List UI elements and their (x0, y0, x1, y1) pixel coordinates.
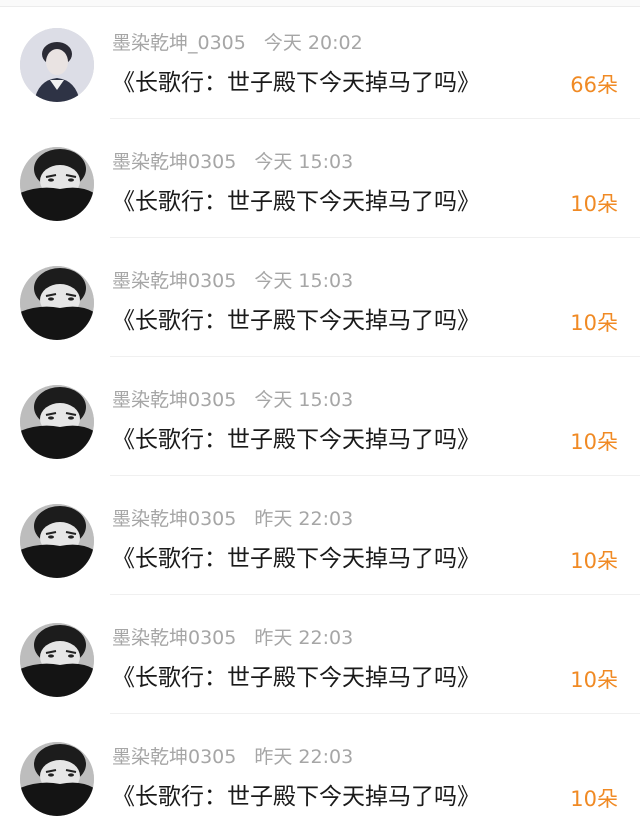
sender-name[interactable]: 墨染乾坤0305 (112, 508, 236, 530)
avatar-portrait-mask-image (20, 385, 94, 459)
message-meta: 墨染乾坤0305 今天 15:03 (112, 149, 353, 175)
sender-name[interactable]: 墨染乾坤0305 (112, 389, 236, 411)
flower-count: 10朵 (570, 668, 618, 692)
avatar-portrait-mask-image (20, 266, 94, 340)
flower-count: 10朵 (570, 430, 618, 454)
avatar[interactable] (20, 742, 94, 816)
book-title[interactable]: 《长歌行：世子殿下今天掉马了吗》 (112, 661, 480, 695)
flower-count: 10朵 (570, 549, 618, 573)
avatar-portrait-mask-image (20, 623, 94, 697)
message-meta: 墨染乾坤0305 昨天 22:03 (112, 506, 353, 532)
timestamp: 昨天 22:03 (254, 627, 354, 649)
timestamp: 昨天 22:03 (254, 508, 354, 530)
timestamp: 今天 15:03 (254, 389, 354, 411)
list-item[interactable]: 墨染乾坤0305 昨天 22:03 《长歌行：世子殿下今天掉马了吗》 10朵 (0, 476, 640, 595)
avatar[interactable] (20, 385, 94, 459)
avatar-portrait-light-image (20, 28, 94, 102)
book-title[interactable]: 《长歌行：世子殿下今天掉马了吗》 (112, 780, 480, 814)
timestamp: 今天 20:02 (263, 32, 363, 54)
book-title[interactable]: 《长歌行：世子殿下今天掉马了吗》 (112, 304, 480, 338)
avatar[interactable] (20, 266, 94, 340)
avatar[interactable] (20, 623, 94, 697)
timestamp: 今天 15:03 (254, 270, 354, 292)
flower-count: 10朵 (570, 787, 618, 811)
flower-count: 10朵 (570, 311, 618, 335)
book-title[interactable]: 《长歌行：世子殿下今天掉马了吗》 (112, 185, 480, 219)
sender-name[interactable]: 墨染乾坤0305 (112, 270, 236, 292)
message-meta: 墨染乾坤0305 今天 15:03 (112, 268, 353, 294)
book-title[interactable]: 《长歌行：世子殿下今天掉马了吗》 (112, 542, 480, 576)
book-title[interactable]: 《长歌行：世子殿下今天掉马了吗》 (112, 66, 480, 100)
list-item[interactable]: 墨染乾坤0305 今天 15:03 《长歌行：世子殿下今天掉马了吗》 10朵 (0, 238, 640, 357)
timestamp: 今天 15:03 (254, 151, 354, 173)
list-item[interactable]: 墨染乾坤0305 今天 15:03 《长歌行：世子殿下今天掉马了吗》 10朵 (0, 119, 640, 238)
list-item[interactable]: 墨染乾坤0305 昨天 22:03 《长歌行：世子殿下今天掉马了吗》 10朵 (0, 595, 640, 714)
flower-count: 10朵 (570, 192, 618, 216)
flower-count: 66朵 (570, 73, 618, 97)
list-item[interactable]: 墨染乾坤0305 今天 15:03 《长歌行：世子殿下今天掉马了吗》 10朵 (0, 357, 640, 476)
avatar[interactable] (20, 28, 94, 102)
sender-name[interactable]: 墨染乾坤0305 (112, 746, 236, 768)
message-meta: 墨染乾坤_0305 今天 20:02 (112, 30, 363, 56)
message-meta: 墨染乾坤0305 今天 15:03 (112, 387, 353, 413)
timestamp: 昨天 22:03 (254, 746, 354, 768)
sender-name[interactable]: 墨染乾坤_0305 (112, 32, 246, 54)
avatar-portrait-mask-image (20, 147, 94, 221)
message-meta: 墨染乾坤0305 昨天 22:03 (112, 744, 353, 770)
avatar-portrait-mask-image (20, 742, 94, 816)
avatar-portrait-mask-image (20, 504, 94, 578)
list-item[interactable]: 墨染乾坤_0305 今天 20:02 《长歌行：世子殿下今天掉马了吗》 66朵 (0, 0, 640, 119)
sender-name[interactable]: 墨染乾坤0305 (112, 627, 236, 649)
list-item[interactable]: 墨染乾坤0305 昨天 22:03 《长歌行：世子殿下今天掉马了吗》 10朵 (0, 714, 640, 833)
avatar[interactable] (20, 504, 94, 578)
avatar[interactable] (20, 147, 94, 221)
sender-name[interactable]: 墨染乾坤0305 (112, 151, 236, 173)
message-meta: 墨染乾坤0305 昨天 22:03 (112, 625, 353, 651)
book-title[interactable]: 《长歌行：世子殿下今天掉马了吗》 (112, 423, 480, 457)
